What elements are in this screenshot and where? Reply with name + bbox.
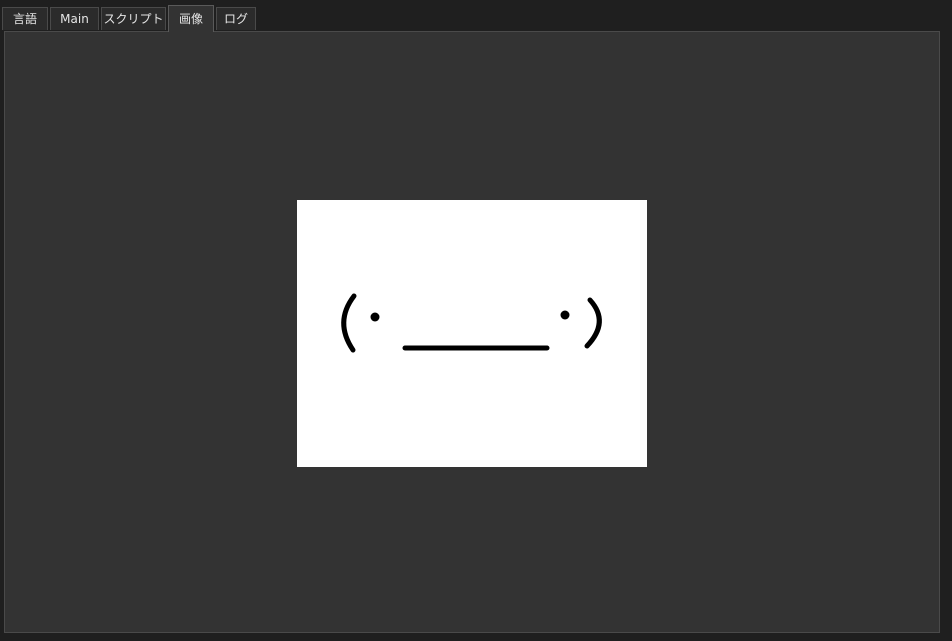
right-eye-dot (560, 310, 570, 320)
tab-image[interactable]: 画像 (168, 5, 214, 32)
image-panel (4, 31, 940, 633)
tab-main[interactable]: Main (50, 7, 99, 30)
left-paren-shape (341, 293, 357, 353)
tab-language[interactable]: 言語 (2, 7, 48, 30)
tab-bar: 言語 Main スクリプト 画像 ログ (0, 0, 952, 32)
tab-script[interactable]: スクリプト (101, 7, 166, 30)
emoticon-face-icon (341, 293, 602, 353)
tab-log[interactable]: ログ (216, 7, 256, 30)
app-window: 言語 Main スクリプト 画像 ログ (0, 0, 952, 641)
right-paren-shape (584, 297, 602, 349)
image-preview (297, 200, 647, 467)
left-eye-dot (370, 312, 380, 322)
bottom-border (0, 633, 952, 641)
